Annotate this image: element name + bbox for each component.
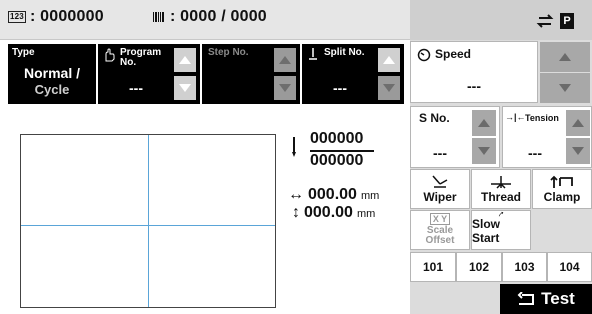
arrow-down-icon [572, 147, 584, 155]
test-label: Test [541, 289, 575, 308]
stitch-down-button[interactable] [472, 138, 496, 164]
tension-value: --- [528, 145, 542, 161]
arrow-up-icon [179, 56, 191, 64]
slow-start-button[interactable]: Slow Start [471, 210, 531, 250]
arrow-down-icon [179, 84, 191, 92]
clamp-label: Clamp [543, 190, 581, 204]
thread-trim-icon [491, 176, 511, 189]
panel-lock-icon[interactable]: P [560, 13, 574, 29]
preset-button-104[interactable]: 104 [547, 252, 592, 282]
arrow-down-icon [383, 84, 395, 92]
dimension-y: ↕ 000.00 mm [292, 204, 375, 222]
needle-icon [292, 137, 296, 157]
split-no-button[interactable]: Split No. --- [302, 44, 404, 104]
tension-down-button[interactable] [566, 138, 590, 164]
arrow-up-icon [478, 119, 490, 127]
program-down-button[interactable] [174, 76, 196, 100]
dimension-x-unit: mm [360, 190, 380, 202]
type-value-line1: Normal / [23, 65, 80, 81]
split-label: Split No. [324, 47, 365, 58]
speed-gauge-icon [417, 48, 431, 62]
horizontal-arrow-icon: ↔ [288, 186, 304, 203]
thread-label: Thread [480, 190, 521, 204]
wiper-icon [432, 175, 448, 188]
arrow-up-icon [383, 56, 395, 64]
canvas-vertical-axis [148, 135, 149, 307]
arrow-up-icon [572, 119, 584, 127]
clamp-icon [550, 175, 573, 188]
program-up-button[interactable] [174, 48, 196, 72]
dimension-x-value: 000.00 [308, 186, 357, 203]
program-no-button[interactable]: Program No. --- [98, 44, 200, 104]
pattern-canvas[interactable] [20, 134, 276, 308]
program-label-line2: No. [120, 57, 137, 68]
speed-display[interactable]: Speed --- [410, 41, 538, 103]
scale-xy-icon: X Y [429, 213, 451, 225]
program-value: --- [129, 80, 143, 96]
step-up-button[interactable] [274, 48, 296, 72]
total-counter: 123 : 0000000 [8, 8, 104, 26]
scale-offset-button[interactable]: X Y Scale Offset [410, 210, 470, 250]
step-down-button[interactable] [274, 76, 296, 100]
step-no-button[interactable]: Step No. [202, 44, 300, 104]
tension-up-button[interactable] [566, 110, 590, 136]
arrow-down-icon [279, 84, 291, 92]
cycle-arrows-icon[interactable] [535, 12, 555, 30]
step-label: Step No. [208, 47, 249, 58]
split-needle-icon [309, 48, 317, 60]
type-label: Type [12, 47, 35, 58]
speed-label: Speed [435, 47, 472, 61]
stitch-count-bottom: 000000 [310, 152, 364, 169]
test-return-icon [517, 292, 535, 305]
tension-icon: →|← [505, 112, 526, 122]
program-hand-icon [105, 48, 115, 62]
preset-button-102[interactable]: 102 [456, 252, 502, 282]
batch-count-value: : 0000 / 0000 [170, 8, 267, 25]
barcode-icon [153, 12, 164, 22]
split-down-button[interactable] [378, 76, 400, 100]
split-value: --- [333, 80, 347, 96]
tension-label: Tension [525, 113, 559, 123]
speed-down-button[interactable] [540, 73, 590, 103]
type-value-line2: Cycle [34, 82, 70, 97]
speed-up-button[interactable] [540, 42, 590, 72]
slow-start-label: Slow Start [472, 217, 501, 245]
arrow-up-icon [559, 53, 571, 61]
type-button[interactable]: Type Normal / Cycle [8, 44, 96, 104]
stitch-count-top: 000000 [310, 130, 364, 147]
canvas-horizontal-axis [21, 225, 275, 226]
stitch-up-button[interactable] [472, 110, 496, 136]
batch-counter: : 0000 / 0000 [152, 8, 267, 26]
stitch-no-value: --- [433, 145, 447, 161]
preset-button-101[interactable]: 101 [410, 252, 456, 282]
arrow-up-icon [279, 56, 291, 64]
preset-button-103[interactable]: 103 [502, 252, 547, 282]
arrow-down-icon [559, 84, 571, 92]
thread-button[interactable]: Thread [471, 169, 531, 209]
vertical-arrow-icon: ↕ [292, 204, 300, 221]
counter-icon: 123 [8, 11, 26, 23]
wiper-label: Wiper [423, 190, 457, 204]
wiper-button[interactable]: Wiper [410, 169, 470, 209]
dimension-x: ↔ 000.00 mm [288, 186, 379, 204]
clamp-button[interactable]: Clamp [532, 169, 592, 209]
dimension-y-unit: mm [356, 208, 376, 220]
test-button[interactable]: Test [500, 284, 592, 314]
arrow-down-icon [478, 147, 490, 155]
speed-value: --- [467, 78, 481, 94]
dimension-y-value: 000.00 [304, 204, 353, 221]
split-up-button[interactable] [378, 48, 400, 72]
stitch-no-label: S No. [419, 111, 450, 125]
total-count-value: : 0000000 [29, 8, 104, 25]
scale-label-line2: Offset [425, 235, 455, 246]
